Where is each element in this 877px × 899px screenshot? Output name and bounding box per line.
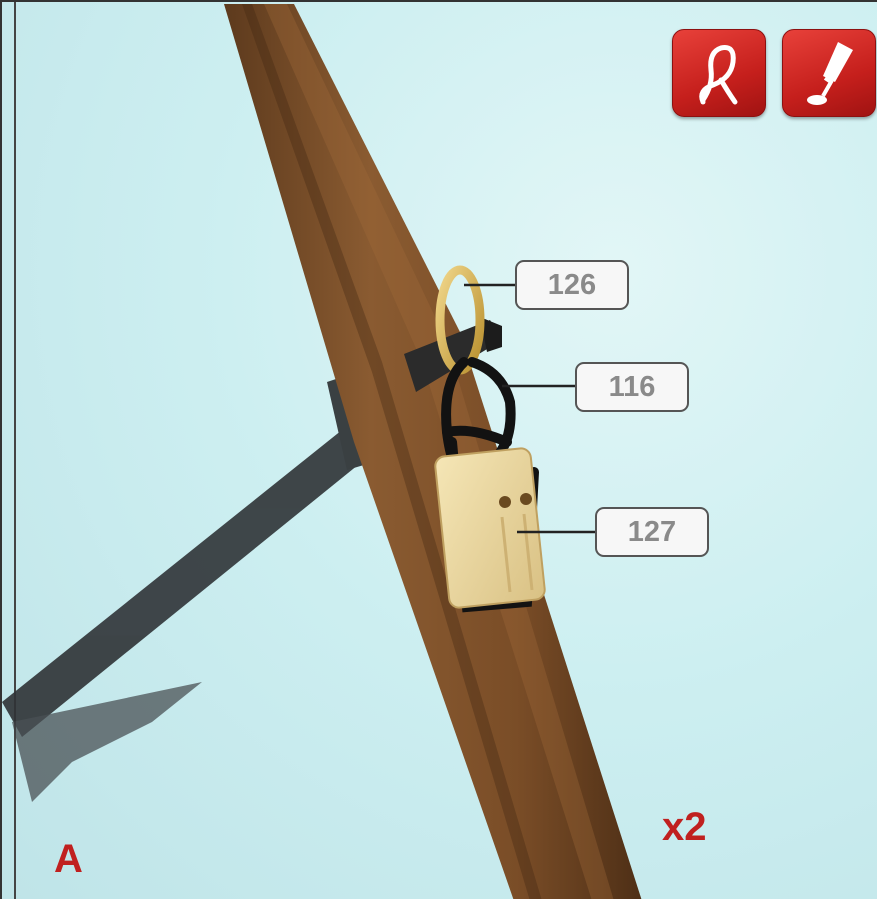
glue-bottle-icon (782, 29, 876, 117)
part-label-rope: 116 (575, 362, 689, 412)
wooden-block (434, 447, 546, 609)
quantity-label: x2 (662, 805, 707, 849)
part-label-ring: 126 (515, 260, 629, 310)
instruction-photo-panel: 126 116 127 A x2 (0, 0, 877, 899)
step-letter: A (54, 837, 83, 881)
background-stay-arm (2, 372, 374, 802)
part-label-block: 127 (595, 507, 709, 557)
photo-scene (2, 4, 642, 899)
wooden-mast (224, 4, 642, 899)
rope-knot-icon (672, 29, 766, 117)
